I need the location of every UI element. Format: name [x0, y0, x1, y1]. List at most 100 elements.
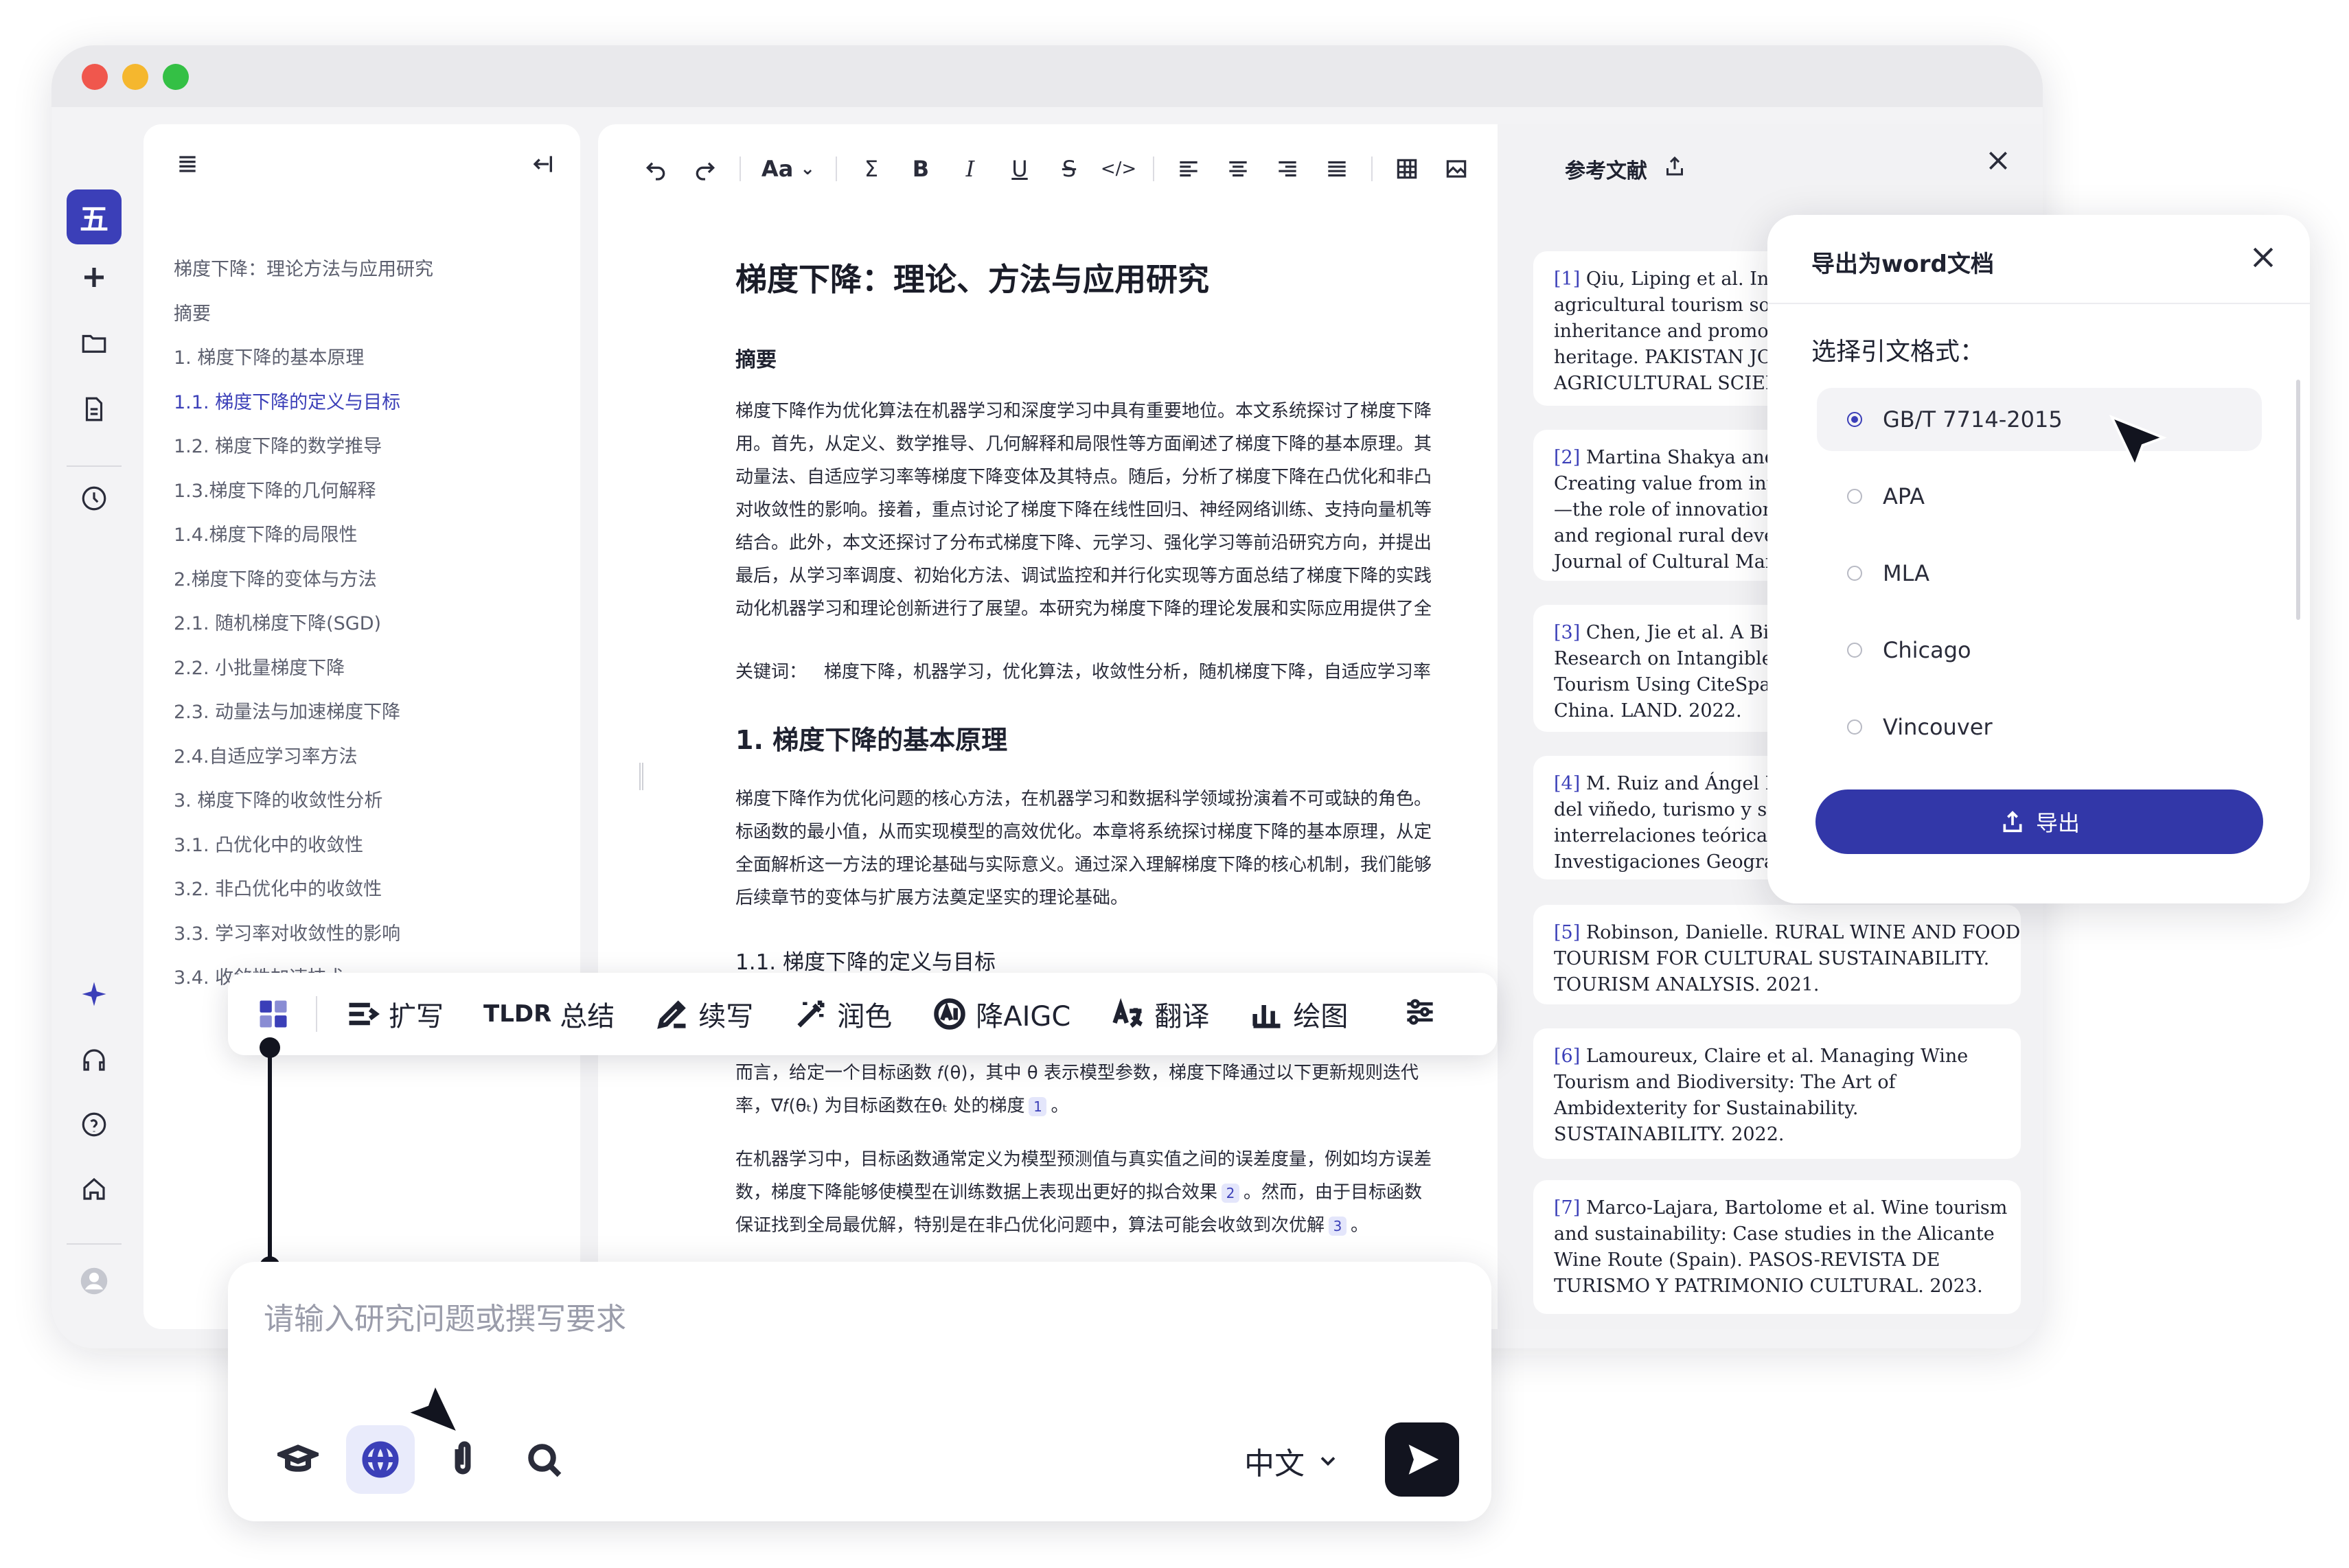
outline-item[interactable]: 梯度下降：理论方法与应用研究	[174, 248, 558, 292]
reference-card[interactable]: [5] Robinson, Danielle. RURAL WINE AND F…	[1533, 905, 2021, 1004]
citation-format-option[interactable]: MLA	[1817, 542, 2262, 605]
ai-tool-bar-chart[interactable]: 绘图	[1249, 994, 1348, 1034]
ai-tool-expand[interactable]: 扩写	[345, 994, 444, 1034]
outline-item[interactable]: 3.3. 学习率对收敛性的影响	[174, 912, 558, 957]
outline-item[interactable]: 摘要	[174, 292, 558, 337]
minimize-window-button[interactable]	[122, 64, 148, 90]
outline-item[interactable]: 1. 梯度下降的基本原理	[174, 336, 558, 381]
outline-item[interactable]: 2.2. 小批量梯度下降	[174, 647, 558, 691]
upload-icon[interactable]	[1662, 154, 1687, 184]
underline-icon[interactable]: U	[995, 148, 1044, 189]
outline-item[interactable]: 2.1. 随机梯度下降(SGD)	[174, 602, 558, 647]
headphones-icon[interactable]	[73, 1039, 115, 1081]
reference-card[interactable]: [6] Lamoureux, Claire et al. Managing Wi…	[1533, 1028, 2021, 1159]
ai-logo-icon[interactable]	[255, 996, 291, 1032]
reference-card[interactable]: [7] Marco-Lajara, Bartolome et al. Wine …	[1533, 1180, 2021, 1314]
sparkle-icon[interactable]	[73, 973, 115, 1015]
settings-sliders-icon[interactable]	[1401, 993, 1442, 1034]
plus-icon[interactable]	[73, 257, 115, 298]
outline-item[interactable]: 3.1. 凸优化中的收敛性	[174, 824, 558, 868]
home-icon[interactable]	[73, 1168, 115, 1210]
font-size-dropdown[interactable]: Aa ⌄	[750, 148, 826, 189]
citation-marker[interactable]: 3	[1329, 1217, 1347, 1236]
radio-button[interactable]	[1847, 489, 1862, 504]
citation-marker[interactable]: 2	[1222, 1184, 1240, 1203]
align-right-icon[interactable]	[1263, 148, 1312, 189]
align-justify-icon[interactable]	[1312, 148, 1362, 189]
reference-line: Tourism and Biodiversity: The Art of	[1554, 1070, 2000, 1096]
research-prompt-input[interactable]	[264, 1295, 1225, 1343]
maximize-window-button[interactable]	[163, 64, 189, 90]
avatar[interactable]	[73, 1260, 115, 1302]
close-icon[interactable]	[1984, 147, 2012, 174]
help-icon[interactable]	[73, 1104, 115, 1145]
outline-item[interactable]: 3. 梯度下降的收敛性分析	[174, 779, 558, 824]
ai-tool-translate[interactable]: 翻译	[1110, 994, 1209, 1034]
citation-marker[interactable]: 1	[1029, 1097, 1047, 1116]
clock-icon[interactable]	[73, 478, 115, 519]
redo-icon[interactable]	[680, 148, 730, 189]
strikethrough-icon[interactable]: S	[1044, 148, 1094, 189]
outline-item[interactable]: 2.3. 动量法与加速梯度下降	[174, 691, 558, 735]
references-title[interactable]: 参考文献	[1565, 154, 1647, 184]
citation-format-option[interactable]: GB/T 7714-2015	[1817, 388, 2262, 451]
ai-tool-magic-wand[interactable]: 润色	[793, 994, 892, 1034]
ai-tool-ai-reduce[interactable]: 降AIGC	[932, 994, 1070, 1034]
outline-item[interactable]: 2.4.自适应学习率方法	[174, 735, 558, 780]
reference-text: inheritance and promotic	[1554, 321, 1793, 342]
align-center-icon[interactable]	[1213, 148, 1263, 189]
undo-icon[interactable]	[631, 148, 680, 189]
reference-text: interrelaciones teóricas y	[1554, 825, 1794, 846]
graduation-cap-icon[interactable]	[264, 1425, 332, 1494]
align-left-icon[interactable]	[1164, 148, 1213, 189]
chevron-down-icon	[1320, 1457, 1336, 1466]
document-editor: Aa ⌄ Σ B I U S </> 梯度下降：理论、方法与应用研究 摘要 梯度…	[598, 124, 1498, 1329]
document-icon[interactable]	[73, 389, 115, 430]
subsection-heading: 1.1. 梯度下降的定义与目标	[735, 950, 996, 975]
radio-button[interactable]	[1847, 643, 1862, 658]
outline-item[interactable]: 2.梯度下降的变体与方法	[174, 558, 558, 603]
search-icon[interactable]	[509, 1425, 578, 1494]
close-icon[interactable]	[2248, 242, 2278, 280]
app-logo[interactable]: 五	[67, 189, 122, 244]
export-button[interactable]: 导出	[1815, 789, 2263, 854]
ai-toolbar: 扩写 TLDR 总结 续写 润色 降AIGC 翻译 绘图	[228, 973, 1497, 1055]
reference-line: [6] Lamoureux, Claire et al. Managing Wi…	[1554, 1044, 2000, 1070]
language-selector[interactable]: 中文	[1244, 1439, 1340, 1483]
reference-text: Tourism Using CiteSpace:	[1554, 674, 1798, 695]
ai-tool-tldr[interactable]: TLDR 总结	[483, 994, 615, 1034]
citation-format-option[interactable]: APA	[1817, 465, 2262, 528]
document-body: 梯度下降：理论、方法与应用研究 摘要 梯度下降作为优化算法在机器学习和深度学习中…	[735, 255, 1498, 1236]
paragraph-line: 标函数的最小值，从而实现模型的高效优化。本章将系统探讨梯度下降的基本原理，从定	[735, 822, 1432, 842]
reference-line: [5] Robinson, Danielle. RURAL WINE AND F…	[1554, 920, 2020, 946]
ai-tool-pen[interactable]: 续写	[654, 994, 753, 1034]
outline-item[interactable]: 1.2. 梯度下降的数学推导	[174, 425, 558, 470]
export-dialog-title: 导出为word文档	[1811, 251, 1994, 278]
collapse-sidebar-icon[interactable]	[528, 150, 555, 178]
resize-handle[interactable]	[639, 763, 643, 790]
table-icon[interactable]	[1382, 148, 1432, 189]
scrollbar[interactable]	[2296, 380, 2300, 620]
list-icon[interactable]	[174, 150, 201, 178]
timeline-connector	[268, 1044, 272, 1270]
bold-icon[interactable]: B	[896, 148, 946, 189]
radio-button[interactable]	[1847, 412, 1862, 427]
sigma-icon[interactable]: Σ	[847, 148, 896, 189]
code-icon[interactable]: </>	[1094, 148, 1143, 189]
paragraph-line: 动量法、自适应学习率等梯度下降变体及其特点。随后，分析了梯度下降在凸优化和非凸	[735, 467, 1432, 487]
outline-item[interactable]: 3.2. 非凸优化中的收敛性	[174, 868, 558, 912]
radio-button[interactable]	[1847, 719, 1862, 735]
outline-item[interactable]: 1.4.梯度下降的局限性	[174, 514, 558, 558]
folder-icon[interactable]	[73, 323, 115, 364]
option-label: MLA	[1883, 560, 1930, 586]
close-window-button[interactable]	[82, 64, 108, 90]
citation-format-option[interactable]: Chicago	[1817, 619, 2262, 682]
radio-button[interactable]	[1847, 566, 1862, 581]
outline-item[interactable]: 1.3.梯度下降的几何解释	[174, 470, 558, 514]
italic-icon[interactable]: I	[946, 148, 995, 189]
paragraph-line: 结合。此外，本文还探讨了分布式梯度下降、元学习、强化学习等前沿研究方向，并提出	[735, 533, 1432, 553]
citation-format-option[interactable]: Vincouver	[1817, 695, 2262, 759]
outline-item[interactable]: 1.1. 梯度下降的定义与目标	[174, 381, 558, 426]
send-button[interactable]	[1385, 1422, 1459, 1497]
image-icon[interactable]	[1432, 148, 1481, 189]
